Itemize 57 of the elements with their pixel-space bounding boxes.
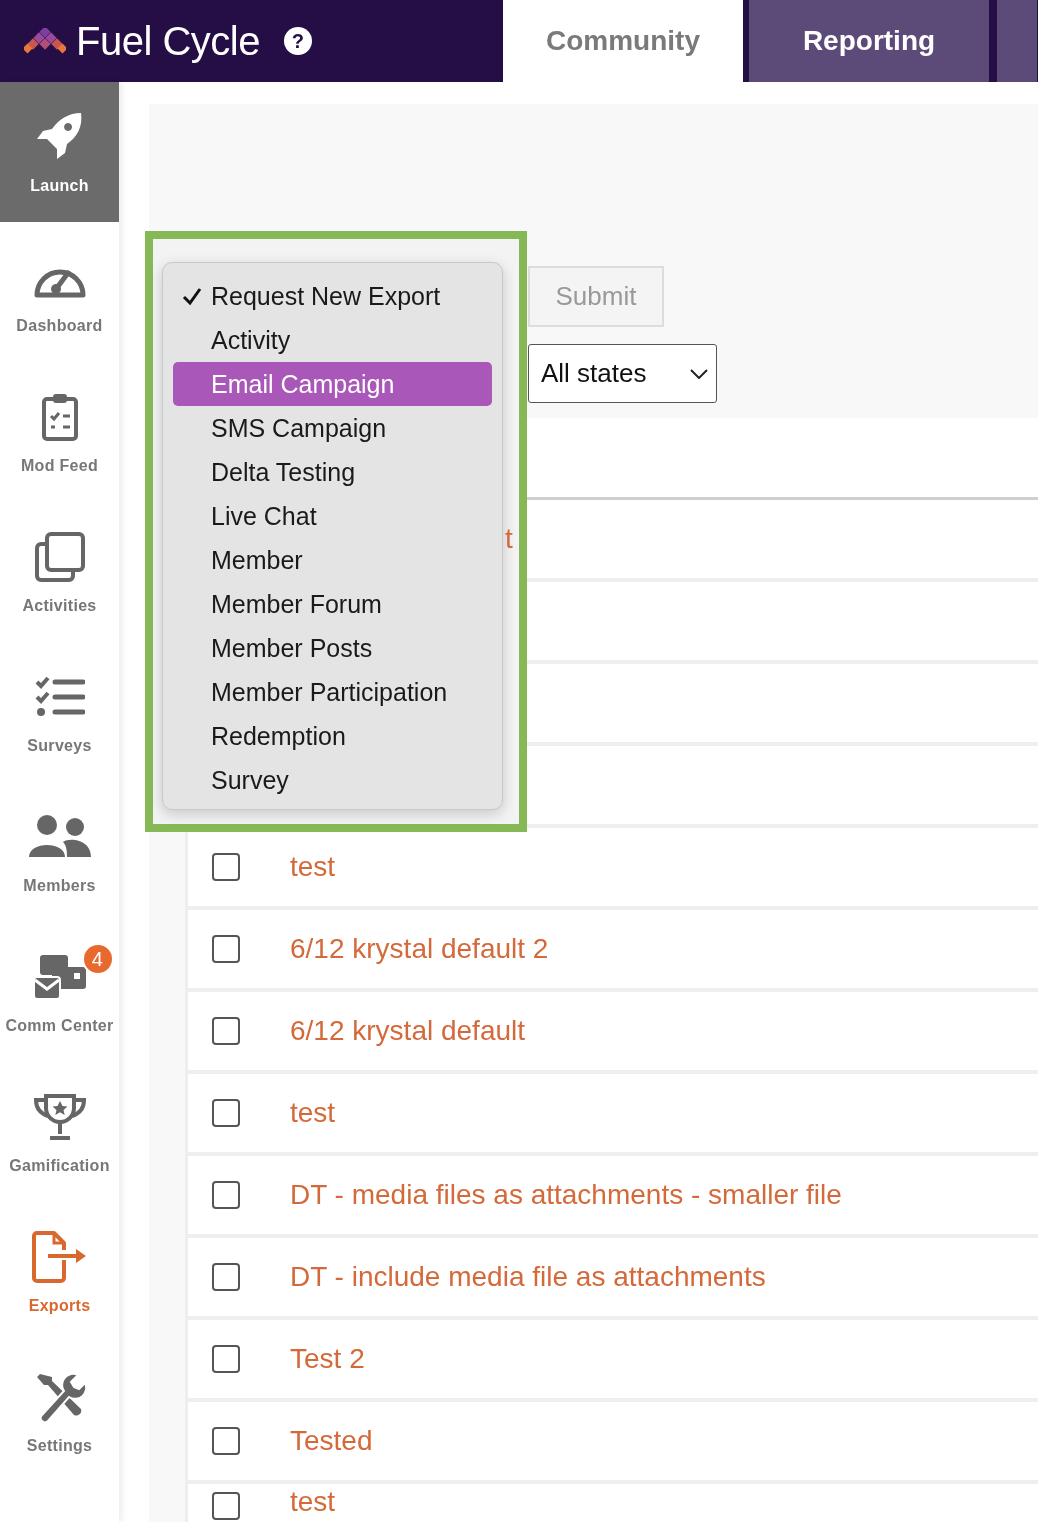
sidebar-item[interactable]: Surveys	[0, 642, 119, 782]
checklist-icon	[34, 676, 85, 718]
checkbox[interactable]	[212, 935, 240, 963]
menu-item[interactable]: SMS Campaign	[173, 406, 492, 450]
checkbox[interactable]	[212, 1181, 240, 1209]
sidebar-item[interactable]: Dashboard	[0, 222, 119, 362]
menu-item[interactable]: Member Posts	[173, 626, 492, 670]
checkbox[interactable]	[212, 1099, 240, 1127]
checkbox[interactable]	[212, 1427, 240, 1455]
copies-icon	[34, 532, 85, 582]
trophy-icon	[31, 1092, 88, 1142]
sidebar-item[interactable]: Launch	[0, 82, 119, 222]
sidebar-item[interactable]: Members	[0, 782, 119, 922]
export-link[interactable]: test	[290, 1486, 336, 1518]
checkbox[interactable]	[212, 1492, 240, 1520]
menu-item[interactable]: Redemption	[173, 714, 492, 758]
export-link[interactable]: DT - media files as attachments - smaller file	[290, 1179, 842, 1211]
sidebar-item[interactable]: Exports	[0, 1202, 119, 1342]
menu-item[interactable]: Activity	[173, 318, 492, 362]
export-link[interactable]: Tested	[290, 1425, 373, 1457]
checkbox[interactable]	[212, 1263, 240, 1291]
export-link[interactable]: test	[290, 1097, 336, 1129]
clipboard-icon	[40, 392, 79, 442]
menu-item[interactable]: Delta Testing	[173, 450, 492, 494]
export-name: t	[505, 523, 513, 555]
export-link[interactable]: 6/12 krystal default 2	[290, 933, 549, 965]
nav-tab[interactable]: Community	[503, 0, 743, 82]
checkbox[interactable]	[212, 853, 240, 881]
sidebar-item[interactable]: 4 Comm Center	[0, 922, 119, 1062]
export-link[interactable]: 6/12 krystal default	[290, 1015, 526, 1047]
checkbox[interactable]	[212, 1017, 240, 1045]
help-icon[interactable]: ?	[283, 27, 312, 55]
export-link[interactable]: DT - include media file as attachments	[290, 1261, 766, 1293]
sidebar-item[interactable]: Mod Feed	[0, 362, 119, 502]
sidebar-item[interactable]: Gamification	[0, 1062, 119, 1202]
export-link[interactable]: Test 2	[290, 1343, 365, 1375]
checkbox[interactable]	[212, 1345, 240, 1373]
notification-badge: 4	[81, 943, 114, 975]
sidebar-item[interactable]: Activities	[0, 502, 119, 642]
menu-item[interactable]: Email Campaign	[173, 362, 492, 406]
people-icon	[28, 815, 91, 859]
nav-tab[interactable]: Reporting	[749, 0, 989, 82]
export-icon	[31, 1230, 88, 1284]
menu-item[interactable]: Survey	[173, 758, 492, 802]
menu-item[interactable]: Member	[173, 538, 492, 582]
state-select[interactable]: All states	[528, 344, 717, 403]
menu-item[interactable]: Live Chat	[173, 494, 492, 538]
logo-icon	[24, 28, 66, 54]
sidebar-item[interactable]: Settings	[0, 1342, 119, 1482]
menu-item[interactable]: Member Forum	[173, 582, 492, 626]
submit-button[interactable]: Submit	[528, 266, 664, 327]
menu-item[interactable]: Request New Export	[173, 274, 492, 318]
brand-name: Fuel Cycle	[76, 18, 260, 64]
export-link[interactable]: test	[290, 851, 336, 883]
chevron-down-icon	[690, 368, 708, 379]
menu-item[interactable]: Member Participation	[173, 670, 492, 714]
checkmark-icon	[182, 286, 202, 306]
